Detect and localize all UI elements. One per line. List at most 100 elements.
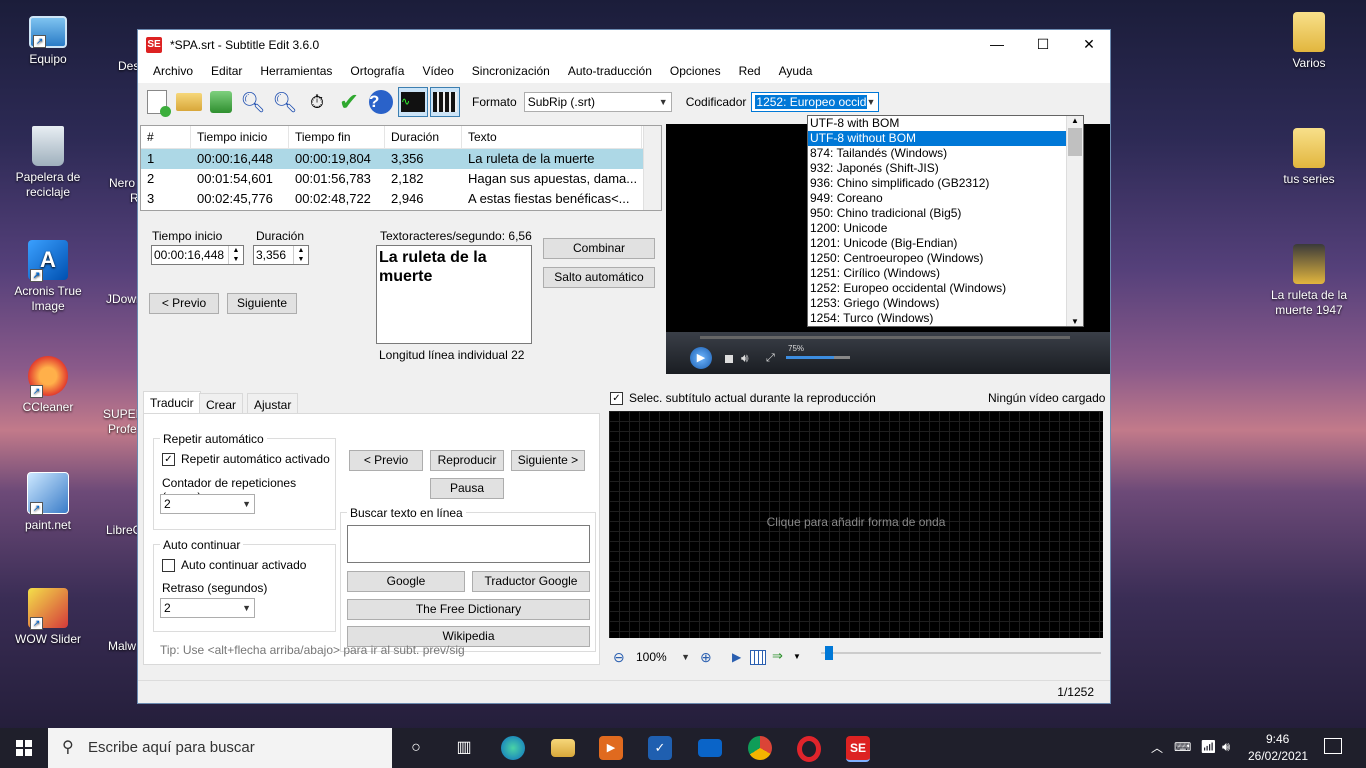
sync-selection-checkbox[interactable]: ✓ Selec. subtítulo actual durante la repr…: [610, 391, 876, 406]
chrome-icon[interactable]: [748, 736, 772, 760]
menu-archivo[interactable]: Archivo: [144, 64, 202, 78]
encoding-option[interactable]: 1252: Europeo occidental (Windows): [808, 281, 1083, 296]
app-icon[interactable]: ✓: [648, 736, 672, 760]
translate-prev-button[interactable]: < Previo: [349, 450, 423, 471]
duration-input[interactable]: 3,356 ▲ ▼: [253, 245, 309, 265]
combine-button[interactable]: Combinar: [543, 238, 655, 259]
tab-traducir[interactable]: Traducir: [143, 391, 201, 415]
title-bar[interactable]: SE *SPA.srt - Subtitle Edit 3.6.0 — ☐ ✕: [138, 30, 1110, 59]
spin-arrows-icon[interactable]: ▲ ▼: [293, 246, 308, 264]
menu-ayuda[interactable]: Ayuda: [770, 64, 822, 78]
open-folder-icon[interactable]: [174, 87, 204, 117]
waveform-area[interactable]: Clique para añadir forma de onda: [609, 411, 1103, 638]
seek-bar[interactable]: [700, 336, 1070, 339]
column-duration[interactable]: Duración: [385, 126, 462, 148]
menu-sincronizacion[interactable]: Sincronización: [463, 64, 559, 78]
pause-button[interactable]: Pausa: [430, 478, 504, 499]
subtitle-text-editor[interactable]: La ruleta de la muerte: [376, 245, 532, 344]
subtitle-edit-taskbar-icon[interactable]: SE: [846, 736, 870, 762]
desktop-icon-papelera[interactable]: Papelera de reciclaje: [3, 126, 93, 200]
encoding-option[interactable]: 1201: Unicode (Big-Endian): [808, 236, 1083, 251]
menu-red[interactable]: Red: [730, 64, 770, 78]
help-icon[interactable]: ?: [366, 87, 396, 117]
edge-icon[interactable]: [501, 736, 525, 760]
encoding-option[interactable]: 1250: Centroeuropeo (Windows): [808, 251, 1083, 266]
scroll-down-icon[interactable]: ▼: [1067, 317, 1083, 326]
desktop-icon-paintnet[interactable]: ↗ paint.net: [3, 472, 93, 533]
windows-start-icon[interactable]: [16, 740, 32, 756]
next-subtitle-button[interactable]: Siguiente: [227, 293, 297, 314]
column-start[interactable]: Tiempo inicio: [191, 126, 289, 148]
fullscreen-icon[interactable]: ⤢: [766, 352, 775, 365]
scroll-up-icon[interactable]: ▲: [1067, 116, 1083, 125]
encoding-option[interactable]: 932: Japonés (Shift-JIS): [808, 161, 1083, 176]
table-row[interactable]: 1 00:00:16,448 00:00:19,804 3,356 La rul…: [141, 149, 661, 169]
menu-herramientas[interactable]: Herramientas: [251, 64, 341, 78]
notifications-icon[interactable]: [1324, 738, 1342, 754]
new-file-icon[interactable]: [142, 87, 172, 117]
desktop-icon-ccleaner[interactable]: ↗ CCleaner: [3, 356, 93, 415]
column-end[interactable]: Tiempo fin: [289, 126, 385, 148]
google-button[interactable]: Google: [347, 571, 465, 592]
dropdown-scrollbar[interactable]: ▲ ▼: [1066, 116, 1083, 326]
waveform-toggle-icon[interactable]: ∿: [398, 87, 428, 117]
encoding-option[interactable]: 936: Chino simplificado (GB2312): [808, 176, 1083, 191]
menu-auto-traduccion[interactable]: Auto-traducción: [559, 64, 661, 78]
delay-select[interactable]: 2 ▼: [160, 598, 255, 618]
play-icon[interactable]: ▶: [690, 347, 712, 369]
spectrogram-icon[interactable]: [750, 650, 766, 665]
menu-editar[interactable]: Editar: [202, 64, 251, 78]
menu-opciones[interactable]: Opciones: [661, 64, 730, 78]
file-explorer-icon[interactable]: [551, 739, 575, 757]
encoding-option[interactable]: 1200: Unicode: [808, 221, 1083, 236]
play-wave-icon[interactable]: ▶: [732, 650, 741, 664]
repeat-count-select[interactable]: 2 ▼: [160, 494, 255, 514]
column-number[interactable]: #: [141, 126, 191, 148]
zoom-in-icon[interactable]: ⊕: [700, 649, 712, 666]
prev-subtitle-button[interactable]: < Previo: [149, 293, 219, 314]
auto-break-button[interactable]: Salto automático: [543, 267, 655, 288]
taskbar-search-box[interactable]: ⚲ Escribe aquí para buscar: [48, 728, 392, 768]
column-text[interactable]: Texto: [462, 126, 642, 148]
free-dictionary-button[interactable]: The Free Dictionary: [347, 599, 590, 620]
zoom-select[interactable]: 100% ▼: [633, 648, 693, 668]
tab-ajustar[interactable]: Ajustar: [247, 393, 299, 415]
desktop-icon-la-ruleta[interactable]: La ruleta de la muerte 1947: [1264, 244, 1354, 318]
search-text-input[interactable]: [347, 525, 590, 563]
speaker-icon[interactable]: 🔊︎: [1222, 739, 1230, 755]
cortana-icon[interactable]: ○: [404, 736, 428, 760]
encoding-option[interactable]: UTF-8 without BOM: [808, 131, 1083, 146]
media-player-icon[interactable]: ▶: [599, 736, 623, 760]
encoding-option[interactable]: 1254: Turco (Windows): [808, 311, 1083, 326]
chevron-down-icon[interactable]: ▼: [793, 652, 801, 661]
encoding-select[interactable]: 1252: Europeo occid ▼: [751, 92, 880, 112]
volume-icon[interactable]: 🔊︎: [741, 351, 749, 366]
desktop-icon-varios[interactable]: Varios: [1264, 12, 1354, 71]
desktop-icon-equipo[interactable]: ↗ Equipo: [3, 12, 93, 67]
spin-arrows-icon[interactable]: ▲ ▼: [228, 246, 243, 264]
tab-crear[interactable]: Crear: [199, 393, 244, 415]
minimize-button[interactable]: —: [974, 30, 1020, 59]
table-row[interactable]: 2 00:01:54,601 00:01:56,783 2,182 Hagan …: [141, 169, 661, 189]
waveform-position-slider[interactable]: [821, 652, 1101, 654]
maximize-button[interactable]: ☐: [1020, 30, 1066, 59]
zoom-out-icon[interactable]: ⊖: [613, 649, 625, 666]
desktop-icon-wowslider[interactable]: ↗ WOW Slider: [3, 588, 93, 647]
stop-icon[interactable]: [725, 355, 733, 363]
clock-time[interactable]: 9:46: [1266, 732, 1289, 746]
auto-continue-checkbox[interactable]: Auto continuar activado: [162, 558, 306, 573]
repeat-checkbox[interactable]: ✓ Repetir automático activado: [162, 452, 330, 467]
slider-thumb[interactable]: [825, 646, 833, 660]
encoding-option[interactable]: 949: Coreano: [808, 191, 1083, 206]
start-time-input[interactable]: 00:00:16,448 ▲ ▼: [151, 245, 244, 265]
search-icon[interactable]: 🔍︎: [238, 87, 268, 117]
tray-chevron-up-icon[interactable]: ︿: [1151, 739, 1163, 756]
spell-check-icon[interactable]: ✔: [334, 87, 364, 117]
encoding-option[interactable]: UTF-8 with BOM: [808, 116, 1083, 131]
clock-date[interactable]: 26/02/2021: [1248, 749, 1308, 763]
save-download-icon[interactable]: [206, 87, 236, 117]
replace-icon[interactable]: 🔍︎: [270, 87, 300, 117]
menu-ortografia[interactable]: Ortografía: [341, 64, 413, 78]
network-icon[interactable]: 📶︎: [1200, 739, 1217, 755]
desktop-icon-acronis[interactable]: A ↗ Acronis True Image: [3, 240, 93, 314]
